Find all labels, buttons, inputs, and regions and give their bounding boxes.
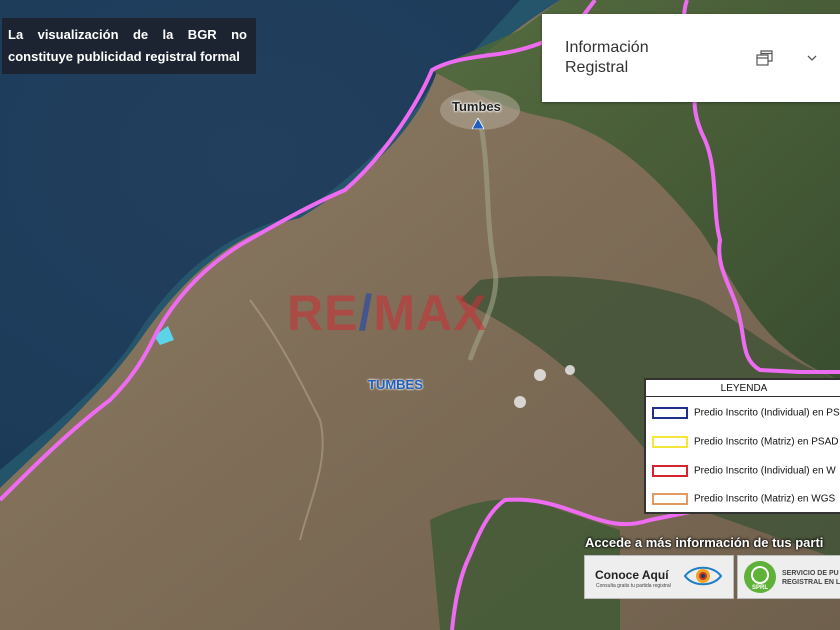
conoce-aqui-button[interactable]: Conoce Aquí Consulta gratis tu partida r… (584, 555, 734, 599)
promo-title: Accede a más información de tus parti (585, 535, 824, 550)
cloud (514, 396, 526, 408)
legend-swatch (652, 436, 688, 448)
legend-swatch (652, 493, 688, 505)
legend-swatch (652, 465, 688, 477)
cloud (534, 369, 546, 381)
eye-icon (683, 566, 723, 586)
city-marker-icon[interactable] (472, 118, 484, 129)
legend-swatch (652, 407, 688, 419)
city-label-tumbes: Tumbes (452, 99, 501, 114)
legend-item: Predio Inscrito (Matriz) en WGS (652, 493, 835, 509)
region-label-tumbes: TUMBES (368, 377, 423, 392)
legend-panel: LEYENDA Predio Inscrito (Individual) en … (644, 378, 840, 514)
legend-item: Predio Inscrito (Individual) en PS (652, 407, 840, 423)
legend-item: Predio Inscrito (Matriz) en PSAD (652, 436, 839, 452)
sprl-line-1: SERVICIO DE PU (782, 570, 839, 577)
legend-item: Predio Inscrito (Individual) en W (652, 465, 836, 481)
watermark-logo: RE/MAX (287, 284, 487, 342)
chevron-down-icon[interactable] (804, 50, 820, 66)
sprl-service-button[interactable]: SPRL SERVICIO DE PU REGISTRAL EN L (737, 555, 840, 599)
cloud (565, 365, 575, 375)
info-panel: Información Registral (542, 14, 840, 102)
watermark-right: MAX (373, 285, 488, 341)
sprl-line-2: REGISTRAL EN L (782, 579, 840, 586)
legend-title: LEYENDA (646, 380, 840, 397)
restore-window-icon[interactable] (756, 49, 774, 67)
sprl-text: SERVICIO DE PU REGISTRAL EN L (782, 569, 840, 587)
sprl-logo-icon: SPRL (744, 561, 776, 593)
watermark-slash: / (358, 285, 374, 341)
legend-label: Predio Inscrito (Individual) en W (694, 465, 836, 477)
legend-label: Predio Inscrito (Individual) en PS (694, 407, 840, 419)
disclaimer-banner: La visualización de la BGR no constituye… (2, 18, 256, 74)
conoce-main-text: Conoce Aquí (595, 568, 669, 582)
legend-label: Predio Inscrito (Matriz) en WGS (694, 493, 836, 505)
conoce-sub-text: Consulta gratis tu partida registral (596, 583, 671, 589)
info-panel-title: Información Registral (565, 39, 649, 76)
legend-label: Predio Inscrito (Matriz) en PSAD (694, 436, 839, 448)
watermark-left: RE (287, 285, 359, 341)
sprl-logo-text: SPRL (752, 585, 768, 591)
